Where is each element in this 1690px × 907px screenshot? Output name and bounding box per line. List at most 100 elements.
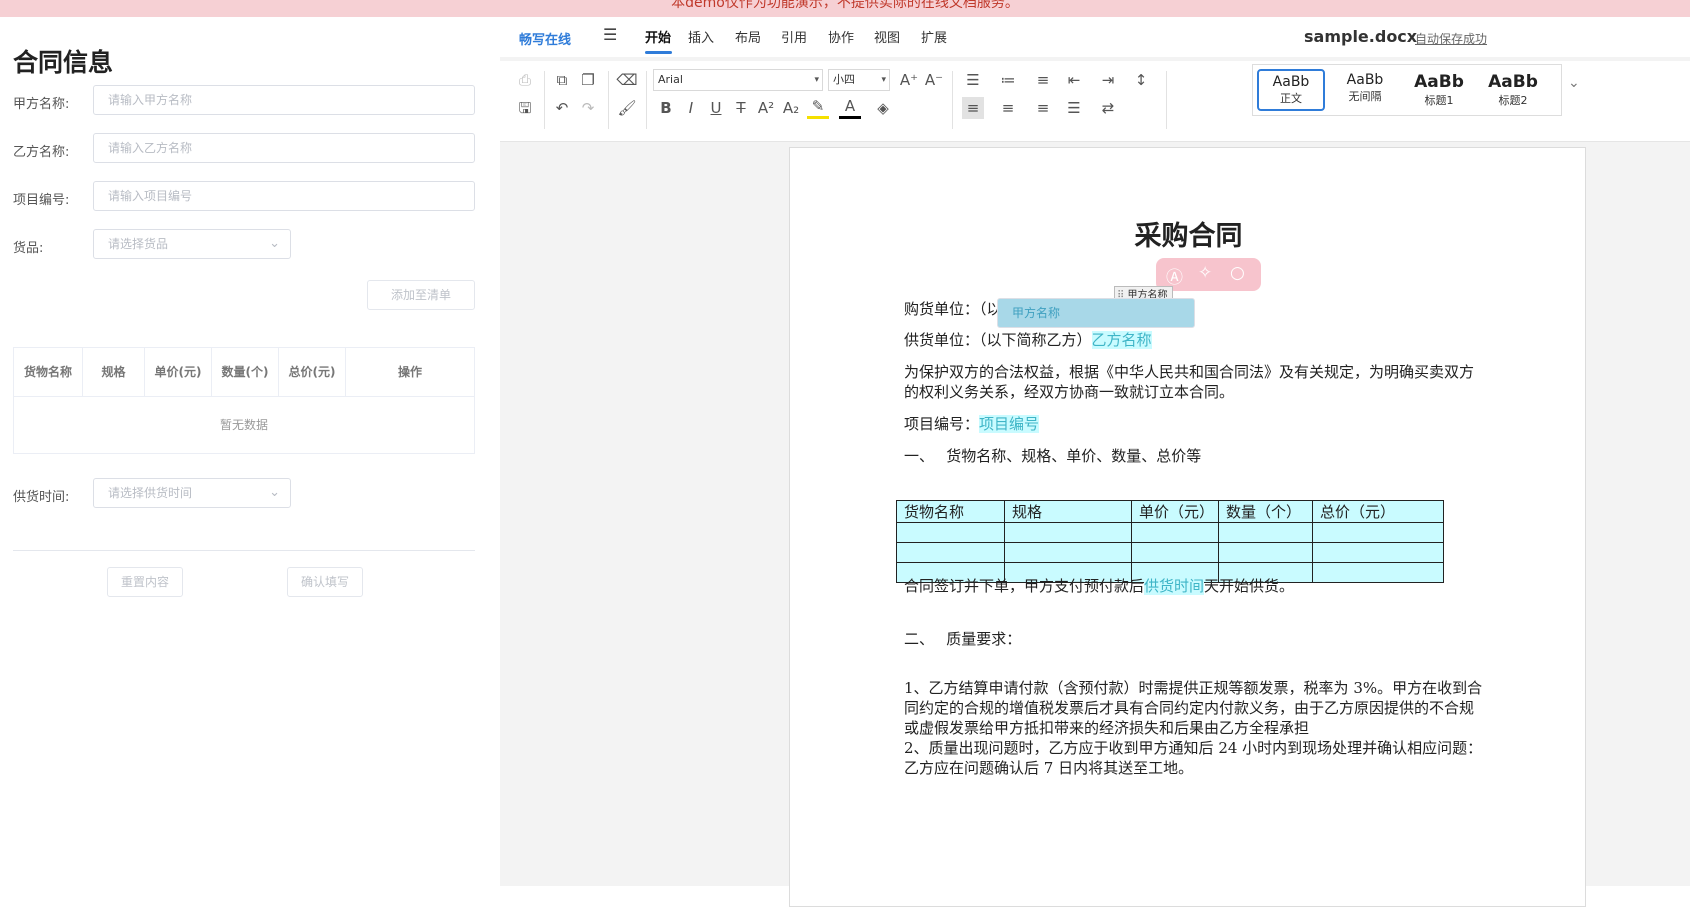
delivery-line: 合同签订并下单，甲方支付预付款后供货时间天开始供货。: [904, 575, 1294, 596]
document-goods-table[interactable]: 货物名称 规格 单价（元） 数量（个） 总价（元）: [896, 500, 1444, 583]
superscript-icon[interactable]: A²: [755, 97, 777, 119]
goods-select-placeholder: 请选择货品: [108, 237, 169, 251]
tab-insert[interactable]: 插入: [688, 27, 714, 46]
numbered-list-icon[interactable]: ≔: [997, 69, 1019, 91]
confirm-button[interactable]: 确认填写: [287, 567, 363, 597]
autosave-status[interactable]: 自动保存成功: [1415, 30, 1487, 47]
tab-home[interactable]: 开始: [645, 27, 671, 46]
italic-icon[interactable]: I: [680, 97, 702, 119]
paste-icon[interactable]: ❐: [577, 69, 599, 91]
decrease-font-icon[interactable]: A⁻: [923, 69, 945, 91]
supplier-prefix: 供货单位：（以下简称乙方）: [904, 331, 1092, 349]
table-cell: 总价（元）: [1312, 500, 1444, 523]
paragraph-direction-icon[interactable]: ⇄: [1097, 97, 1119, 119]
table-empty-text: 暂无数据: [219, 418, 268, 432]
justify-icon[interactable]: ☰: [1063, 97, 1085, 119]
party-b-input[interactable]: 请输入乙方名称: [93, 133, 475, 163]
supply-time-select[interactable]: 请选择供货时间 ⌄: [93, 478, 291, 508]
bold-icon[interactable]: B: [655, 97, 677, 119]
table-cell[interactable]: [1131, 522, 1219, 543]
style-heading-1[interactable]: AaBb 标题1: [1405, 69, 1473, 111]
ai-icon[interactable]: Ⓐ: [1166, 263, 1183, 288]
font-family-select[interactable]: Arial ▾: [653, 69, 823, 91]
style-normal[interactable]: AaBb 正文: [1257, 69, 1325, 111]
style-heading-2[interactable]: AaBb 标题2: [1479, 69, 1547, 111]
copy-icon[interactable]: ⧉: [551, 69, 573, 91]
chevron-down-icon: ⌄: [269, 236, 280, 251]
align-left-icon[interactable]: ≡: [962, 97, 984, 119]
table-cell[interactable]: [1218, 522, 1313, 543]
toolbar-separator: [1166, 71, 1167, 129]
form-title: 合同信息: [13, 48, 114, 77]
table-cell[interactable]: [1004, 542, 1132, 563]
increase-font-icon[interactable]: A⁺: [898, 69, 920, 91]
tab-extend[interactable]: 扩展: [921, 27, 947, 46]
table-cell: 数量（个）: [1218, 500, 1313, 523]
table-cell[interactable]: [1131, 542, 1219, 563]
table-cell[interactable]: [896, 522, 1005, 543]
table-cell: 规格: [1004, 500, 1132, 523]
supplier-line: 供货单位：（以下简称乙方）乙方名称: [904, 329, 1152, 350]
buyer-field[interactable]: 甲方名称: [997, 298, 1195, 328]
table-cell[interactable]: [896, 542, 1005, 563]
align-center-icon[interactable]: ≡: [997, 97, 1019, 119]
party-a-input[interactable]: 请输入甲方名称: [93, 85, 475, 115]
table-cell[interactable]: [1004, 522, 1132, 543]
align-right-icon[interactable]: ≡: [1032, 97, 1054, 119]
decrease-indent-icon[interactable]: ⇤: [1063, 69, 1085, 91]
brand-logo[interactable]: 畅写在线: [519, 29, 571, 48]
hamburger-menu-icon[interactable]: ☰: [603, 25, 617, 44]
project-no-input[interactable]: 请输入项目编号: [93, 181, 475, 211]
tab-references[interactable]: 引用: [781, 27, 807, 46]
section-heading: 二、 质量要求：: [904, 630, 1022, 648]
delivery-field[interactable]: 供货时间: [1144, 577, 1205, 595]
style-no-spacing[interactable]: AaBb 无间隔: [1331, 69, 1399, 111]
search-icon[interactable]: ○: [1230, 263, 1245, 283]
tab-collaborate[interactable]: 协作: [828, 27, 854, 46]
active-tab-indicator: [645, 51, 672, 54]
add-to-list-button[interactable]: 添加至清单: [367, 280, 475, 310]
supplier-field[interactable]: 乙方名称: [1091, 331, 1152, 349]
font-size-select[interactable]: 小四 ▾: [828, 69, 890, 91]
style-name: 标题1: [1424, 94, 1454, 107]
font-color-icon[interactable]: A: [839, 97, 861, 119]
format-painter-icon[interactable]: 🖌: [616, 97, 638, 119]
tab-layout[interactable]: 布局: [735, 27, 761, 46]
print-icon[interactable]: ⎙: [514, 69, 536, 91]
increase-indent-icon[interactable]: ⇥: [1097, 69, 1119, 91]
table-cell[interactable]: [1312, 542, 1444, 563]
shading-icon[interactable]: ◈: [872, 97, 894, 119]
table-cell[interactable]: [1312, 522, 1444, 543]
tab-view[interactable]: 视图: [874, 27, 900, 46]
style-name: 正文: [1280, 92, 1302, 105]
demo-banner: 本demo仅作为功能演示，不提供实际的在线文档服务。: [0, 0, 1690, 17]
goods-table-header: 货物名称 规格 单价(元) 数量(个) 总价(元) 操作: [14, 348, 474, 397]
clause-line: 或虚假发票给甲方抵扣带来的经济损失和后果由乙方全程承担: [904, 719, 1310, 737]
banner-text: 本demo仅作为功能演示，不提供实际的在线文档服务。: [671, 0, 1019, 11]
project-line: 项目编号：项目编号: [904, 413, 1040, 434]
strikethrough-icon[interactable]: T: [730, 97, 752, 119]
bullet-list-icon[interactable]: ☰: [962, 69, 984, 91]
magic-wand-icon[interactable]: ✧: [1198, 263, 1212, 283]
subscript-icon[interactable]: A₂: [780, 97, 802, 119]
supply-time-placeholder: 请选择供货时间: [108, 486, 193, 500]
chevron-down-icon: ▾: [814, 75, 819, 85]
project-field[interactable]: 项目编号: [979, 415, 1040, 433]
underline-icon[interactable]: U: [705, 97, 727, 119]
line-spacing-icon[interactable]: ↕: [1130, 69, 1152, 91]
save-icon[interactable]: 🖫: [514, 97, 536, 119]
reset-button[interactable]: 重置内容: [107, 567, 183, 597]
table-cell[interactable]: [1218, 542, 1313, 563]
table-cell[interactable]: [1312, 562, 1444, 583]
toolbar-separator: [646, 71, 647, 129]
multilevel-list-icon[interactable]: ≡: [1032, 69, 1054, 91]
redo-icon[interactable]: ↷: [577, 97, 599, 119]
chevron-down-icon[interactable]: ⌄: [1568, 75, 1580, 91]
toolbar-separator: [952, 71, 953, 129]
eraser-icon[interactable]: ⌫: [616, 69, 638, 91]
highlight-icon[interactable]: ✎: [807, 97, 829, 119]
column-header: 货物名称: [14, 348, 83, 396]
goods-select[interactable]: 请选择货品 ⌄: [93, 229, 291, 259]
document-page[interactable]: 采购合同 Ⓐ ✧ ○ ⠿ 甲方名称 购货单位：（以下简称甲方）甲方名称 供货单位…: [789, 147, 1586, 907]
undo-icon[interactable]: ↶: [551, 97, 573, 119]
